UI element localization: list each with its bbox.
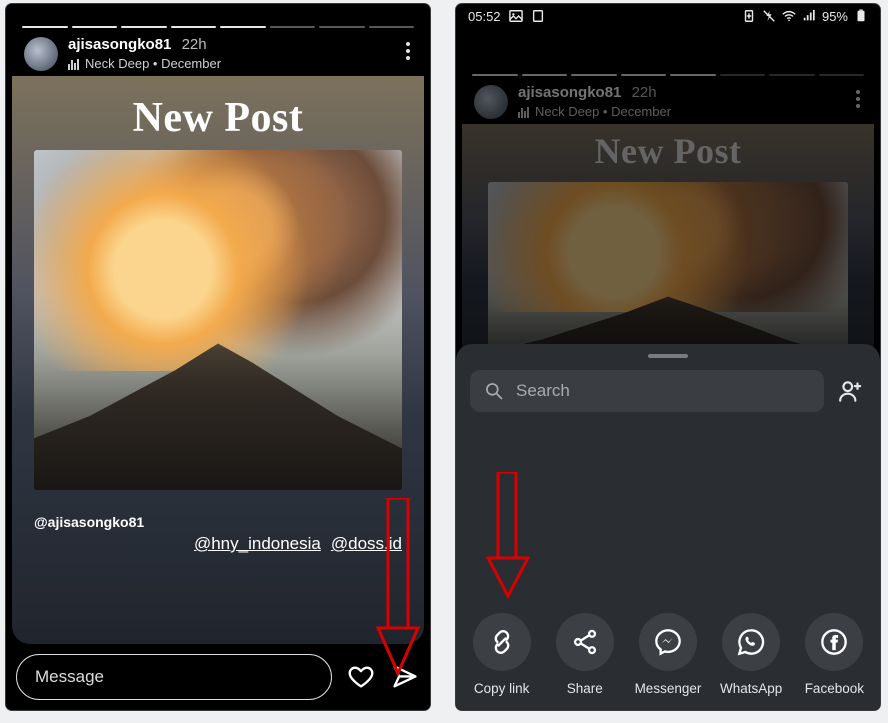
- share-button[interactable]: [390, 662, 420, 692]
- story-progress-bar: [12, 20, 424, 28]
- story-header-text[interactable]: ajisasongko81 22h Neck Deep • December: [68, 36, 221, 72]
- post-mentions: @hny_indonesia @doss.id: [12, 534, 402, 554]
- share-option-facebook[interactable]: Facebook: [794, 613, 874, 696]
- image-icon: [509, 9, 523, 23]
- more-options-button[interactable]: [406, 42, 410, 60]
- sheet-grabber[interactable]: [648, 354, 688, 358]
- facebook-icon: [820, 628, 848, 656]
- post-image: [34, 150, 402, 490]
- story-header: ajisasongko81 22h Neck Deep • December: [12, 28, 424, 76]
- story-time: 22h: [632, 84, 657, 101]
- paper-plane-icon: [391, 663, 419, 691]
- story-username: ajisasongko81: [518, 84, 621, 101]
- share-option-whatsapp[interactable]: WhatsApp: [711, 613, 791, 696]
- story-body: New Post @ajisasongko81 @hny_indonesia @d…: [12, 76, 424, 644]
- story-progress-bar: [462, 68, 874, 76]
- music-equalizer-icon: [68, 58, 79, 70]
- add-person-button[interactable]: [836, 376, 866, 406]
- status-bar: 05:52 95%: [456, 4, 880, 28]
- share-sheet[interactable]: Search Copy link: [456, 344, 880, 710]
- story-music[interactable]: Neck Deep • December: [68, 55, 221, 72]
- message-input[interactable]: Message: [16, 654, 332, 700]
- story-surface[interactable]: ajisasongko81 22h Neck Deep • December N…: [12, 20, 424, 644]
- search-placeholder: Search: [516, 381, 570, 401]
- share-option-copy-link[interactable]: Copy link: [462, 613, 542, 696]
- battery-saver-icon: [742, 9, 756, 23]
- music-equalizer-icon: [518, 106, 529, 118]
- vibrate-icon: [762, 9, 776, 23]
- phone-right: 05:52 95%: [456, 4, 880, 710]
- story-username: ajisasongko81: [68, 36, 171, 53]
- share-option-share[interactable]: Share: [545, 613, 625, 696]
- search-icon: [484, 381, 504, 401]
- share-nodes-icon: [571, 628, 599, 656]
- messenger-icon: [654, 628, 682, 656]
- heart-icon: [347, 663, 375, 691]
- message-placeholder: Message: [35, 667, 104, 687]
- mention-link[interactable]: @doss.id: [331, 534, 402, 553]
- link-icon: [488, 628, 516, 656]
- mention-link[interactable]: @hny_indonesia: [194, 534, 321, 553]
- phone-left: ajisasongko81 22h Neck Deep • December N…: [6, 4, 430, 710]
- screenshot-stage: ajisasongko81 22h Neck Deep • December N…: [0, 0, 888, 723]
- signal-icon: [802, 9, 816, 23]
- story-footer: Message: [16, 654, 420, 700]
- status-time: 05:52: [468, 9, 501, 24]
- notification-icon: [531, 9, 545, 23]
- like-button[interactable]: [346, 662, 376, 692]
- story-music: Neck Deep • December: [518, 103, 671, 120]
- post-caption-tag: @ajisasongko81: [34, 514, 144, 530]
- story-header: ajisasongko81 22h Neck Deep • December: [462, 76, 874, 124]
- add-person-icon: [838, 378, 864, 404]
- avatar[interactable]: [24, 37, 58, 71]
- share-options-row: Copy link Share: [456, 613, 880, 696]
- battery-percentage: 95%: [822, 9, 848, 24]
- share-option-messenger[interactable]: Messenger: [628, 613, 708, 696]
- share-search-row: Search: [470, 370, 866, 412]
- whatsapp-icon: [737, 628, 765, 656]
- post-title: New Post: [12, 94, 424, 142]
- story-music-track: Neck Deep • December: [85, 55, 221, 72]
- story-surface-dimmed: ajisasongko81 22h Neck Deep • December N…: [462, 68, 874, 384]
- share-search-input[interactable]: Search: [470, 370, 824, 412]
- avatar: [474, 85, 508, 119]
- battery-icon: [854, 9, 868, 23]
- more-options-button: [856, 90, 860, 108]
- post-title: New Post: [462, 130, 874, 172]
- wifi-icon: [782, 9, 796, 23]
- story-time: 22h: [182, 36, 207, 53]
